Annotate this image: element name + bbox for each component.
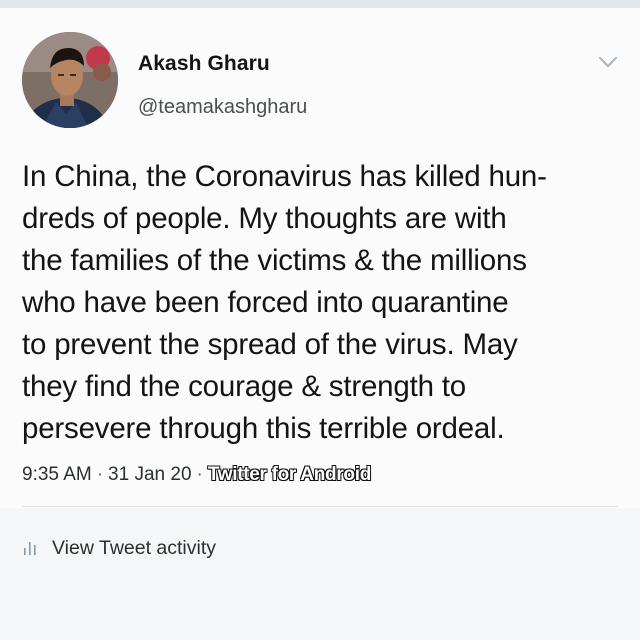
avatar[interactable] <box>22 32 118 128</box>
author-handle[interactable]: @teamakashgharu <box>138 96 307 119</box>
tweet-meta: 9:35 AM · 31 Jan 20 · Twitter for Android <box>22 464 371 486</box>
tweet-text-line: to prevent the spread of the virus. May <box>22 328 518 361</box>
tweet-text-line: they find the courage & strength to <box>22 370 466 403</box>
top-border <box>0 0 640 8</box>
tweet-text-line: persevere through this terrible ordeal. <box>22 412 505 445</box>
tweet-date: 31 Jan 20 <box>108 464 192 485</box>
tweet-text-line: In China, the Coronavirus has killed hun… <box>22 160 547 193</box>
view-tweet-activity-label: View Tweet activity <box>52 536 217 559</box>
divider <box>22 506 618 507</box>
tweet-client-link[interactable]: Twitter for Android <box>208 464 371 485</box>
tweet-time: 9:35 AM <box>22 464 92 485</box>
author-name[interactable]: Akash Gharu <box>138 52 270 76</box>
tweet-text: In China, the Coronavirus has killed hun… <box>22 156 627 450</box>
tweet-text-line: dreds of people. My thoughts are with <box>22 202 507 235</box>
tweet-text-line: who have been forced into quarantine <box>22 286 509 319</box>
avatar-image <box>22 32 118 128</box>
meta-separator: · <box>96 464 104 485</box>
view-tweet-activity-button[interactable]: View Tweet activity <box>22 533 216 563</box>
tweet-text-line: the families of the victims & the millio… <box>22 244 527 277</box>
bar-chart-icon <box>22 540 38 556</box>
meta-separator: · <box>196 464 203 485</box>
chevron-down-icon[interactable] <box>596 54 620 70</box>
tweet-card: Akash Gharu @teamakashgharu In China, th… <box>0 8 640 508</box>
